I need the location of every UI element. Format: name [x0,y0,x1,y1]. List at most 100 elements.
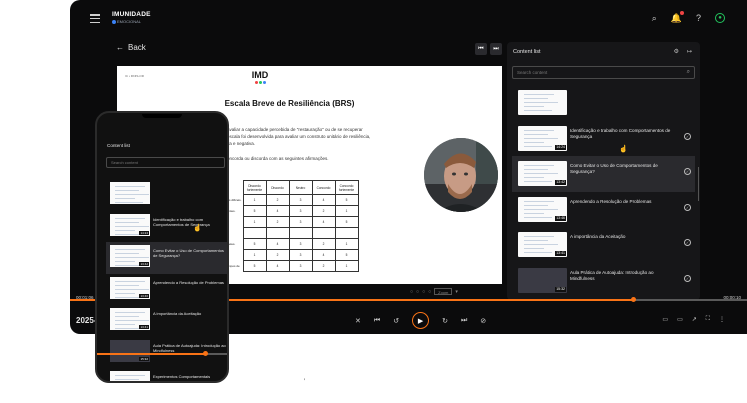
more-icon[interactable]: ⋮ [719,316,725,323]
scrollbar[interactable] [697,167,699,201]
thumbnail-line [524,106,544,108]
player-controls: ✕ ⏮ ↺ ▶ ↻ ⏭ ⊘ [355,312,486,329]
skip-back-icon[interactable]: ⏮ [374,317,380,325]
table-cell[interactable]: 2 [311,238,336,250]
table-cell[interactable]: 1 [334,260,359,272]
thumbnail-line [115,320,149,322]
table-cell[interactable]: 4 [311,216,336,228]
content-list-item[interactable]: 13:42 Como Evitar o Uso de Comportamentos… [512,156,695,192]
fit-icon[interactable]: ○ [422,289,425,295]
table-cell[interactable]: 3 [288,205,313,217]
thumbnail-line [524,208,558,210]
mobile-content-list-item[interactable] [106,179,227,211]
thumbnail-line [115,229,135,231]
table-cell[interactable]: 4 [265,205,290,217]
play-button[interactable]: ▶ [412,312,430,329]
subtitles-icon[interactable]: ▭ [662,316,668,323]
document-paragraph: va e negativa. [227,141,256,146]
content-list-item[interactable]: 14:24 Identificação e trabalho com Compor… [512,121,695,157]
shuffle-icon[interactable]: ✕ [355,317,361,325]
rewind-icon[interactable]: ↺ [393,317,399,325]
mobile-content-list-item[interactable]: 14:24 Identificação e trabalho com Compor… [106,211,227,243]
table-cell[interactable]: 4 [265,260,290,272]
mobile-progress-bar[interactable] [97,351,227,356]
mobile-content-list-item[interactable]: Experimentos Comportamentais [106,368,227,381]
table-cell[interactable]: 1 [242,249,267,261]
table-cell[interactable]: 4 [311,249,336,261]
table-cell[interactable]: 3 [288,194,313,206]
table-cell[interactable] [311,227,336,239]
next-lesson-button[interactable]: ⏭ [490,43,502,55]
document-small-header: IC • FINIS-OR [125,74,144,78]
table-header: Discordo fortemente [242,180,267,195]
mobile-content-list-item[interactable]: 13:42 Como Evitar o Uso de Comportamentos… [106,242,227,274]
back-button[interactable]: ← Back [116,43,146,52]
zoom-select[interactable]: Zoom [434,288,453,295]
content-list-item[interactable]: 13:46 Aprendendo a Resolução de Problemas… [512,192,695,228]
content-search-input[interactable]: Search content ⌕ [512,66,695,79]
table-cell[interactable]: 2 [311,205,336,217]
thumbnail-line [524,177,544,179]
help-icon[interactable]: ? [696,13,701,23]
app-logo[interactable]: IMUNIDADE EMOCIONAL [112,11,150,27]
table-cell[interactable]: 4 [265,238,290,250]
mobile-progress-knob[interactable] [202,351,208,356]
more-icon[interactable]: ▾ [455,289,458,295]
table-cell[interactable]: 3 [288,260,313,272]
menu-icon[interactable] [90,14,100,23]
mobile-content-list-item[interactable]: 13:46 Aprendendo a Resolução de Problemas [106,274,227,306]
table-cell[interactable]: 1 [242,194,267,206]
settings-icon[interactable]: ⚙ [674,48,679,55]
search-icon[interactable]: ⌕ [652,13,657,23]
mute-icon[interactable]: ⊘ [480,317,486,325]
table-cell[interactable]: 4 [311,194,336,206]
table-cell[interactable] [242,227,267,239]
skip-forward-icon[interactable]: ⏭ [461,317,467,325]
table-row: 12345 [229,249,359,261]
thumbnail-line [524,236,554,238]
table-cell[interactable]: 3 [288,238,313,250]
table-cell[interactable]: 3 [288,216,313,228]
table-cell[interactable]: 2 [311,260,336,272]
table-cell[interactable]: 3 [288,249,313,261]
table-cell[interactable]: 1 [242,216,267,228]
table-cell[interactable]: 5 [242,238,267,250]
table-cell[interactable]: 1 [334,205,359,217]
mobile-content-list-item[interactable]: 13:41 A importância da Aceitação [106,305,227,337]
table-cell[interactable]: 5 [334,249,359,261]
table-header: Discordo [265,180,290,195]
avatar[interactable]: ● [715,13,725,23]
zoom-out-icon[interactable]: ○ [410,289,413,295]
cast-icon[interactable]: ▭ [677,316,683,323]
check-circle-icon: ✓ [684,132,691,140]
table-row-label: eles. [229,242,236,246]
collapse-icon[interactable]: ↦ [687,48,692,55]
previous-lesson-button[interactable]: ⏮ [475,43,487,55]
stray-mark: ′ [304,379,306,385]
mobile-search-input[interactable]: Search content [106,157,225,168]
table-cell[interactable]: 2 [265,216,290,228]
table-cell[interactable]: 5 [242,205,267,217]
table-cell[interactable]: 2 [265,194,290,206]
fullscreen-icon[interactable]: ⛶ [706,316,710,323]
table-cell[interactable]: 2 [265,249,290,261]
forward-icon[interactable]: ↻ [442,317,448,325]
content-list-item[interactable]: 15:32 Aula Prática de Autoajuda: Introduç… [512,263,695,299]
pip-icon[interactable]: ↗ [692,316,697,323]
thumbnail-line [115,257,149,259]
content-list-item[interactable] [512,85,695,121]
table-cell[interactable] [288,227,313,239]
progress-knob[interactable] [631,297,637,302]
content-list-item[interactable]: 13:41 A importância da Aceitação ✓ [512,227,695,263]
table-cell[interactable]: 1 [334,238,359,250]
table-cell[interactable]: 5 [242,260,267,272]
table-cell[interactable] [265,227,290,239]
table-cell[interactable]: 5 [334,216,359,228]
bell-icon[interactable]: 🔔 [671,11,684,23]
zoom-in-icon[interactable]: ○ [428,289,431,295]
document-title: Escala Breve de Resiliência (BRS) [224,99,355,108]
table-cell[interactable] [334,227,359,239]
thumbnail-line [524,133,548,135]
rotate-icon[interactable]: ○ [416,289,419,295]
table-cell[interactable]: 5 [334,194,359,206]
